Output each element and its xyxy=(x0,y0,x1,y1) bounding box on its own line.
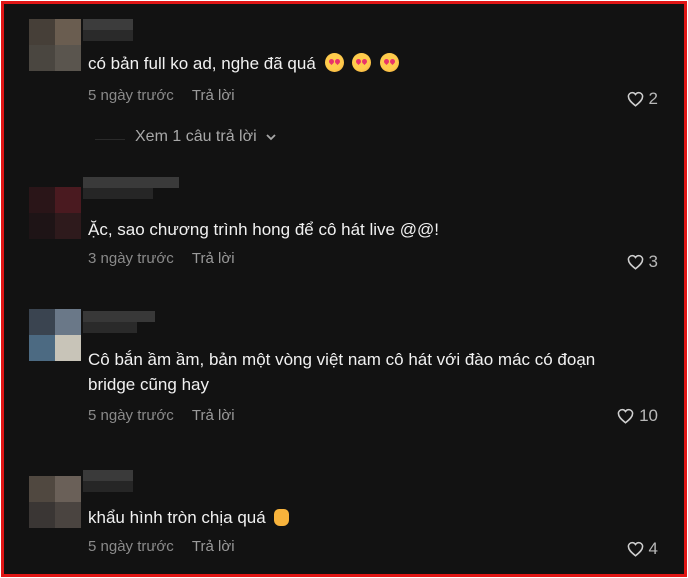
avatar[interactable] xyxy=(29,19,81,71)
avatar-pixel xyxy=(55,335,81,361)
comment-timestamp: 5 ngày trước xyxy=(88,407,174,424)
comment-meta: 5 ngày trước Trả lời xyxy=(88,537,235,557)
heart-icon xyxy=(627,91,643,107)
heart-icon xyxy=(627,541,643,557)
avatar-pixel xyxy=(55,187,81,213)
avatar-pixel xyxy=(55,19,81,45)
avatar-pixel xyxy=(55,213,81,239)
avatar-pixel xyxy=(55,45,81,71)
heart-icon xyxy=(627,254,643,270)
smiling-face-with-hearts-icon xyxy=(352,53,372,72)
avatar-pixel xyxy=(29,309,55,335)
comment-text: khẩu hình tròn chịa quá xyxy=(88,505,618,530)
avatar[interactable] xyxy=(29,309,81,361)
comments-panel: có bản full ko ad, nghe đã quá 5 ngày tr… xyxy=(1,1,687,577)
like-button[interactable]: 10 xyxy=(617,406,658,426)
username-redacted[interactable] xyxy=(83,19,133,41)
comment-meta: 5 ngày trước Trả lời xyxy=(88,86,235,106)
avatar-pixel xyxy=(29,476,55,502)
username-redacted[interactable] xyxy=(83,311,155,333)
reply-button[interactable]: Trả lời xyxy=(192,406,235,426)
comment-text: Cô bắn ầm ầm, bản một vòng việt nam cô h… xyxy=(88,350,596,394)
like-button[interactable]: 3 xyxy=(627,252,658,272)
avatar-pixel xyxy=(29,213,55,239)
avatar-pixel xyxy=(29,502,55,528)
like-count: 2 xyxy=(648,89,658,108)
heart-icon xyxy=(617,408,634,424)
like-count: 4 xyxy=(648,539,658,558)
avatar-pixel xyxy=(55,309,81,335)
comment-timestamp: 5 ngày trước xyxy=(88,538,174,555)
comment-text: có bản full ko ad, nghe đã quá xyxy=(88,51,618,76)
smiling-face-with-hearts-icon xyxy=(324,53,344,72)
comment-meta: 3 ngày trước Trả lời xyxy=(88,249,235,269)
smiling-face-with-hearts-icon xyxy=(380,53,399,72)
avatar-pixel xyxy=(55,502,81,528)
avatar-pixel xyxy=(29,19,55,45)
avatar[interactable] xyxy=(29,476,81,528)
avatar-pixel xyxy=(55,476,81,502)
comment-text: Ặc, sao chương trình hong để cô hát live… xyxy=(88,220,439,239)
like-button[interactable]: 2 xyxy=(627,89,658,109)
reply-button[interactable]: Trả lời xyxy=(192,249,235,269)
like-count: 3 xyxy=(648,252,658,271)
avatar-pixel xyxy=(29,187,55,213)
avatar[interactable] xyxy=(29,187,81,239)
avatar-pixel xyxy=(29,45,55,71)
comment-timestamp: 3 ngày trước xyxy=(88,250,174,267)
chevron-down-icon xyxy=(266,134,276,141)
username-redacted[interactable] xyxy=(83,177,179,199)
like-count: 10 xyxy=(639,406,658,425)
username-redacted[interactable] xyxy=(83,470,133,492)
reply-button[interactable]: Trả lời xyxy=(192,86,235,106)
view-replies-label: Xem 1 câu trả lời xyxy=(135,128,257,145)
view-replies-button[interactable]: Xem 1 câu trả lời xyxy=(95,128,277,146)
thumbs-up-icon xyxy=(274,509,290,526)
reply-button[interactable]: Trả lời xyxy=(192,537,235,557)
like-button[interactable]: 4 xyxy=(627,539,658,559)
avatar-pixel xyxy=(29,335,55,361)
comment-meta: 5 ngày trước Trả lời xyxy=(88,406,235,426)
comment-timestamp: 5 ngày trước xyxy=(88,87,174,104)
